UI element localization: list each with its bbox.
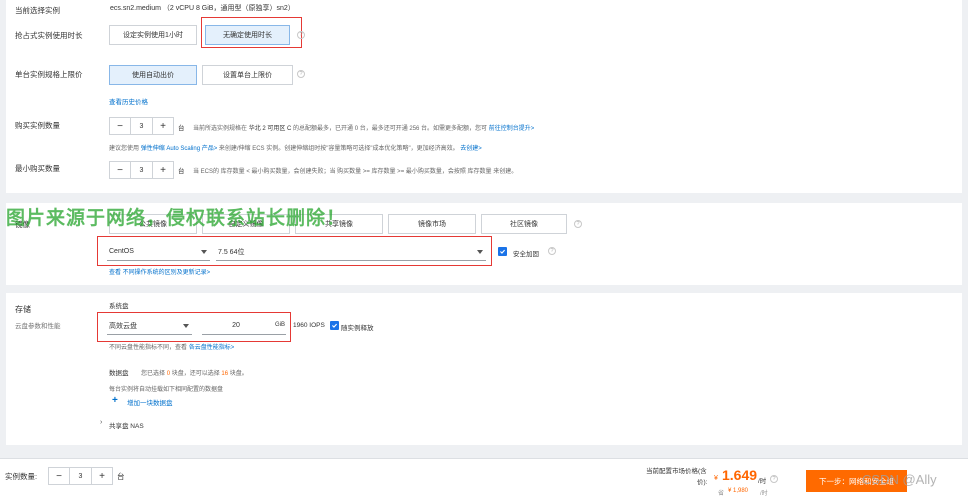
chevron-down-icon bbox=[201, 250, 207, 254]
min-qty-unit: 台 bbox=[178, 168, 185, 175]
os-version-select[interactable]: 7.5 64位 bbox=[216, 243, 486, 261]
purchase-qty-unit: 台 bbox=[178, 125, 185, 132]
data-disk-label: 数据盘 bbox=[109, 370, 129, 377]
data-disk-note-2: 块盘，还可以选择 bbox=[171, 371, 220, 377]
scaling-note-text: 建议您使用 bbox=[109, 146, 140, 152]
min-qty-note: 当 ECS的 库存数量 < 最小购买数量，会创建失败；当 购买数量 >= 库存数… bbox=[193, 169, 518, 175]
current-instance-label: 当前选择实例 bbox=[15, 6, 60, 15]
original-price: ¥ 1,980 bbox=[728, 488, 749, 494]
set-price-limit-button[interactable]: 设置单台上限价 bbox=[202, 65, 293, 85]
footer-qty-stepper[interactable]: − 3 + bbox=[48, 467, 113, 485]
raise-quota-link[interactable]: 前往控制台提升> bbox=[489, 126, 535, 132]
plus-icon[interactable]: + bbox=[153, 162, 173, 178]
storage-sublabel: 云盘参数和性能 bbox=[15, 323, 61, 330]
check-icon bbox=[500, 249, 506, 254]
min-qty-stepper[interactable]: − 3 + bbox=[109, 161, 174, 179]
security-hardening-label: 安全加固 bbox=[513, 251, 539, 258]
quota-note-region: 华北 2 可用区 C bbox=[248, 126, 292, 132]
data-disk-note: 您已选择 0 块盘，还可以选择 16 块盘。 bbox=[141, 368, 248, 377]
min-qty-value[interactable]: 3 bbox=[130, 162, 153, 178]
quota-note: 当前所选实例规格在 华北 2 可用区 C 的总配额最多，已开通 0 台，最多还可… bbox=[193, 123, 534, 132]
iops-value: 1960 IOPS bbox=[293, 322, 325, 329]
min-qty-label: 最小购买数量 bbox=[15, 164, 60, 173]
price-currency: ¥ bbox=[714, 475, 718, 482]
chevron-down-icon bbox=[183, 324, 189, 328]
csdn-watermark: CSDN @Ally bbox=[862, 472, 937, 487]
footer-qty-value[interactable]: 3 bbox=[69, 468, 92, 484]
auto-bid-button[interactable]: 使用自动出价 bbox=[109, 65, 197, 85]
os-select-value: CentOS bbox=[109, 248, 134, 255]
footer-qty-label: 实例数量: bbox=[5, 472, 38, 481]
os-version-value: 7.5 64位 bbox=[218, 248, 245, 256]
release-with-instance-label: 随实例释放 bbox=[341, 325, 374, 332]
price-history-link[interactable]: 查看历史价格 bbox=[109, 96, 148, 106]
disk-size-value: 20 bbox=[232, 322, 240, 329]
minus-icon[interactable]: − bbox=[110, 162, 130, 178]
data-disk-selected-count: 0 bbox=[166, 371, 171, 377]
current-instance-value: ecs.sn2.medium （2 vCPU 8 GiB，通用型（原独享）sn2… bbox=[110, 5, 295, 12]
data-disk-auto-note: 每台实例将自动挂载如下相同配置的数据盘 bbox=[109, 387, 224, 393]
help-icon[interactable]: ? bbox=[297, 31, 305, 39]
plus-icon[interactable]: + bbox=[92, 468, 112, 484]
check-icon bbox=[332, 323, 338, 328]
plus-icon[interactable]: + bbox=[112, 395, 118, 406]
original-price-unit: /时 bbox=[760, 491, 768, 497]
chevron-down-icon bbox=[477, 250, 483, 254]
scaling-note: 建议您使用 弹性伸缩 Auto Scaling 产品> 来创建/伸缩 ECS 实… bbox=[109, 143, 482, 152]
quota-note-text-2: 的总配额最多，已开通 0 台，最多还可开通 256 台。如需更多配额，您可 bbox=[293, 126, 488, 132]
quota-note-text: 当前所选实例规格在 bbox=[193, 126, 248, 132]
disk-size-unit: GiB bbox=[275, 322, 286, 328]
data-disk-note-3: 块盘。 bbox=[229, 371, 248, 377]
os-diff-link[interactable]: 查看 不同操作系统的区别及更新记录> bbox=[109, 267, 210, 276]
perf-note: 不同云盘性能指标不同，查看 各云盘性能指标> bbox=[109, 342, 234, 351]
save-label: 省 bbox=[718, 491, 725, 497]
shared-nas-label[interactable]: 共享盘 NAS bbox=[109, 420, 144, 430]
chevron-right-icon[interactable]: › bbox=[100, 419, 102, 426]
minus-icon[interactable]: − bbox=[49, 468, 69, 484]
preempt-1hour-button[interactable]: 设定实例使用1小时 bbox=[109, 25, 197, 45]
help-icon[interactable]: ? bbox=[574, 220, 582, 228]
preempt-no-limit-button[interactable]: 无确定使用时长 bbox=[205, 25, 290, 45]
help-icon[interactable]: ? bbox=[770, 475, 778, 483]
footer-qty-unit: 台 bbox=[117, 472, 125, 481]
tab-shared-image[interactable]: 共享镜像 bbox=[295, 214, 383, 234]
release-with-instance-checkbox[interactable] bbox=[330, 321, 339, 330]
price-label-line1: 当前配置市场价格(含 bbox=[646, 468, 707, 475]
price-label-line2: 价): bbox=[697, 479, 708, 486]
plus-icon[interactable]: + bbox=[153, 118, 173, 134]
perf-note-text: 不同云盘性能指标不同，查看 bbox=[109, 345, 188, 351]
tab-marketplace-image[interactable]: 镜像市场 bbox=[388, 214, 476, 234]
purchase-qty-value[interactable]: 3 bbox=[130, 118, 153, 134]
price-value: 1.649 bbox=[722, 467, 758, 483]
disk-size-input[interactable]: 20 bbox=[202, 317, 286, 335]
storage-label: 存储 bbox=[15, 305, 31, 314]
minus-icon[interactable]: − bbox=[110, 118, 130, 134]
system-disk-label: 系统盘 bbox=[109, 303, 129, 310]
disk-perf-link[interactable]: 各云盘性能指标> bbox=[189, 345, 235, 351]
price-limit-label: 单台实例规格上限价 bbox=[15, 70, 83, 79]
tab-custom-image[interactable]: 自定义镜像 bbox=[202, 214, 290, 234]
help-icon[interactable]: ? bbox=[297, 70, 305, 78]
price-unit: /时 bbox=[758, 478, 767, 485]
create-scaling-link[interactable]: 去创建> bbox=[460, 146, 482, 152]
preempt-duration-label: 抢占式实例使用时长 bbox=[15, 31, 83, 40]
help-icon[interactable]: ? bbox=[548, 247, 556, 255]
image-label: 镜像 bbox=[15, 220, 30, 229]
os-select[interactable]: CentOS bbox=[107, 243, 210, 261]
disk-type-value: 高效云盘 bbox=[109, 322, 137, 330]
disk-type-select[interactable]: 高效云盘 bbox=[107, 317, 192, 335]
scaling-note-text-2: 来创建/伸缩 ECS 实例。创建伸缩组时按"容量策略可选择"成本优化策略"，更加… bbox=[218, 146, 459, 152]
auto-scaling-link[interactable]: 弹性伸缩 Auto Scaling 产品> bbox=[141, 146, 218, 152]
tab-public-image[interactable]: 公共镜像 bbox=[109, 214, 197, 234]
tab-community-image[interactable]: 社区镜像 bbox=[481, 214, 567, 234]
purchase-qty-label: 购买实例数量 bbox=[15, 121, 60, 130]
data-disk-note-1: 您已选择 bbox=[141, 371, 166, 377]
security-hardening-checkbox[interactable] bbox=[498, 247, 507, 256]
purchase-qty-stepper[interactable]: − 3 + bbox=[109, 117, 174, 135]
add-data-disk-link[interactable]: 增加一块数据盘 bbox=[127, 397, 173, 407]
data-disk-remaining-count: 16 bbox=[221, 371, 229, 377]
